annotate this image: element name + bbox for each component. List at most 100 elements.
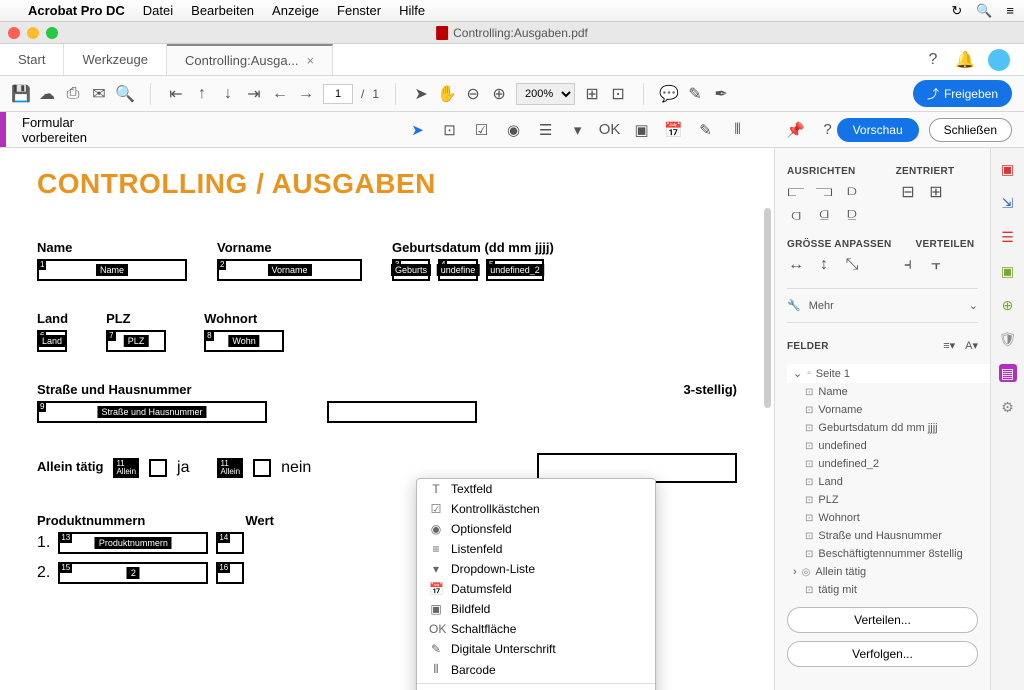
rail-export-icon[interactable]: ⇲ bbox=[999, 194, 1017, 212]
chevron-down-icon[interactable]: ⌄ bbox=[969, 299, 978, 312]
document-area[interactable]: CONTROLLING / AUSGABEN Name 1Name Vornam… bbox=[0, 148, 774, 690]
align-right-icon[interactable]: ⫐ bbox=[843, 183, 861, 201]
sort-icon[interactable]: ≡▾ bbox=[943, 339, 955, 352]
field-plz[interactable]: 7PLZ bbox=[106, 330, 166, 352]
pin-icon[interactable]: 📌 bbox=[787, 121, 805, 139]
help-icon[interactable]: ? bbox=[924, 51, 942, 69]
tree-field-item[interactable]: ⊡undefined bbox=[787, 437, 978, 455]
verfolgen-button[interactable]: Verfolgen... bbox=[787, 641, 978, 667]
user-avatar[interactable] bbox=[988, 49, 1010, 71]
field-name[interactable]: 1Name bbox=[37, 259, 187, 281]
minimize-window-button[interactable] bbox=[27, 27, 39, 39]
size-w-icon[interactable]: ↔ bbox=[787, 256, 805, 274]
center-h-icon[interactable]: ⊟ bbox=[899, 183, 917, 201]
contextmenu-item[interactable]: ☑Kontrollkästchen bbox=[417, 499, 655, 519]
tree-field-item[interactable]: ⊡Land bbox=[787, 473, 978, 491]
rail-stamp-icon[interactable]: ▣ bbox=[999, 262, 1017, 280]
zoom-select[interactable]: 200% bbox=[516, 83, 575, 105]
print-icon[interactable]: ⎙ bbox=[64, 85, 82, 103]
field-wert-1[interactable]: 14 bbox=[216, 532, 244, 554]
verteilen-button[interactable]: Verteilen... bbox=[787, 607, 978, 633]
tab-close-icon[interactable]: × bbox=[306, 53, 314, 68]
radio-tool-icon[interactable]: ◉ bbox=[505, 121, 523, 139]
checkbox-ja[interactable] bbox=[149, 459, 167, 477]
menu-extra-icon[interactable]: ≡ bbox=[1006, 3, 1014, 18]
contextmenu-item[interactable]: ▣Bildfeld bbox=[417, 599, 655, 619]
field-geburts-dd[interactable]: 3Geburts bbox=[392, 259, 430, 281]
search-doc-icon[interactable]: 🔍 bbox=[116, 85, 134, 103]
contextmenu-item[interactable]: ▾Dropdown-Liste bbox=[417, 559, 655, 579]
tree-page-1[interactable]: ⌄ ▫ Seite 1 bbox=[787, 364, 990, 383]
pointer-icon[interactable]: ➤ bbox=[412, 85, 430, 103]
signature-tool-icon[interactable]: ✎ bbox=[697, 121, 715, 139]
checkbox-tool-icon[interactable]: ☑ bbox=[473, 121, 491, 139]
menu-datei[interactable]: Datei bbox=[143, 3, 173, 18]
tree-allein-taetig[interactable]: › ◎ Allein tätig bbox=[787, 563, 978, 581]
contextmenu-item[interactable]: ⦀Barcode bbox=[417, 659, 655, 680]
field-wert-2[interactable]: 16 bbox=[216, 562, 244, 584]
field-geburts-mm[interactable]: 4undefine bbox=[438, 259, 478, 281]
scrollbar-thumb[interactable] bbox=[764, 208, 771, 408]
rail-protect-icon[interactable]: 🛡 bbox=[999, 330, 1017, 348]
nav-down-icon[interactable]: ↓ bbox=[219, 85, 237, 103]
tree-field-item[interactable]: ⊡PLZ bbox=[787, 491, 978, 509]
contextmenu-item[interactable]: TTextfeld bbox=[417, 479, 655, 499]
zoom-out-icon[interactable]: ⊖ bbox=[464, 85, 482, 103]
select-tool-icon[interactable]: ➤ bbox=[409, 121, 427, 139]
align-middle-icon[interactable]: ⫑ bbox=[815, 207, 833, 225]
listbox-tool-icon[interactable]: ☰ bbox=[537, 121, 555, 139]
field-land[interactable]: 6Land bbox=[37, 330, 67, 352]
barcode-tool-icon[interactable]: ⦀ bbox=[729, 121, 747, 139]
font-size-icon[interactable]: A▾ bbox=[965, 339, 978, 352]
rp-mehr-label[interactable]: Mehr bbox=[809, 300, 834, 312]
maximize-window-button[interactable] bbox=[46, 27, 58, 39]
tab-start[interactable]: Start bbox=[0, 44, 64, 75]
size-both-icon[interactable]: ⤡ bbox=[843, 256, 861, 274]
close-formmode-button[interactable]: Schließen bbox=[929, 118, 1012, 142]
image-tool-icon[interactable]: ▣ bbox=[633, 121, 651, 139]
contextmenu-item[interactable]: 📅Datumsfeld bbox=[417, 579, 655, 599]
contextmenu-item[interactable]: ◉Optionsfeld bbox=[417, 519, 655, 539]
nav-last-icon[interactable]: ⇥ bbox=[245, 85, 263, 103]
center-v-icon[interactable]: ⊞ bbox=[927, 183, 945, 201]
rail-create-icon[interactable]: ▣ bbox=[999, 160, 1017, 178]
menu-hilfe[interactable]: Hilfe bbox=[399, 3, 425, 18]
field-geburts-jjjj[interactable]: 5undefined_2 bbox=[486, 259, 544, 281]
share-button[interactable]: ⤴Freigeben bbox=[913, 80, 1012, 107]
preview-button[interactable]: Vorschau bbox=[837, 118, 919, 142]
field-beschaeftigten[interactable] bbox=[327, 401, 477, 423]
rail-edit-icon[interactable]: ☰ bbox=[999, 228, 1017, 246]
textfield-tool-icon[interactable]: ⊡ bbox=[441, 121, 459, 139]
nav-prev-icon[interactable]: ← bbox=[271, 85, 289, 103]
menu-app[interactable]: Acrobat Pro DC bbox=[28, 3, 125, 18]
menu-bearbeiten[interactable]: Bearbeiten bbox=[191, 3, 254, 18]
field-vorname[interactable]: 2Vorname bbox=[217, 259, 362, 281]
contextmenu-item[interactable]: ≡Listenfeld bbox=[417, 539, 655, 559]
tab-tools[interactable]: Werkzeuge bbox=[64, 44, 167, 75]
tree-field-item[interactable]: ⊡Geburtsdatum dd mm jjjj bbox=[787, 419, 978, 437]
contextmenu-item[interactable]: ✎Digitale Unterschrift bbox=[417, 639, 655, 659]
tree-taetig-mit[interactable]: ⊡ tätig mit bbox=[787, 581, 978, 599]
align-top-icon[interactable]: ⫏ bbox=[787, 207, 805, 225]
align-center-icon[interactable]: ⫎ bbox=[815, 183, 833, 201]
align-left-icon[interactable]: ⫍ bbox=[787, 183, 805, 201]
distribute-v-icon[interactable]: ⫟ bbox=[927, 256, 945, 274]
nav-first-icon[interactable]: ⇤ bbox=[167, 85, 185, 103]
notification-icon[interactable]: 🔔 bbox=[956, 51, 974, 69]
contextmenu-item[interactable]: OKSchaltfläche bbox=[417, 619, 655, 639]
fit-width-icon[interactable]: ⊞ bbox=[583, 85, 601, 103]
field-strasse[interactable]: 9Straße und Hausnummer bbox=[37, 401, 267, 423]
tab-document[interactable]: Controlling:Ausga... × bbox=[167, 44, 333, 75]
zoom-in-icon[interactable]: ⊕ bbox=[490, 85, 508, 103]
align-bottom-icon[interactable]: ⫒ bbox=[843, 207, 861, 225]
size-h-icon[interactable]: ↕ bbox=[815, 256, 833, 274]
nav-next-icon[interactable]: → bbox=[297, 85, 315, 103]
tree-field-item[interactable]: ⊡Name bbox=[787, 383, 978, 401]
sync-icon[interactable]: ↻ bbox=[951, 3, 962, 19]
dropdown-tool-icon[interactable]: ▾ bbox=[569, 121, 587, 139]
distribute-h-icon[interactable]: ⫞ bbox=[899, 256, 917, 274]
highlight-icon[interactable]: ✎ bbox=[686, 85, 704, 103]
hand-icon[interactable]: ✋ bbox=[438, 85, 456, 103]
field-produkt-1[interactable]: 13Produktnummern bbox=[58, 532, 208, 554]
rail-combine-icon[interactable]: ⊕ bbox=[999, 296, 1017, 314]
